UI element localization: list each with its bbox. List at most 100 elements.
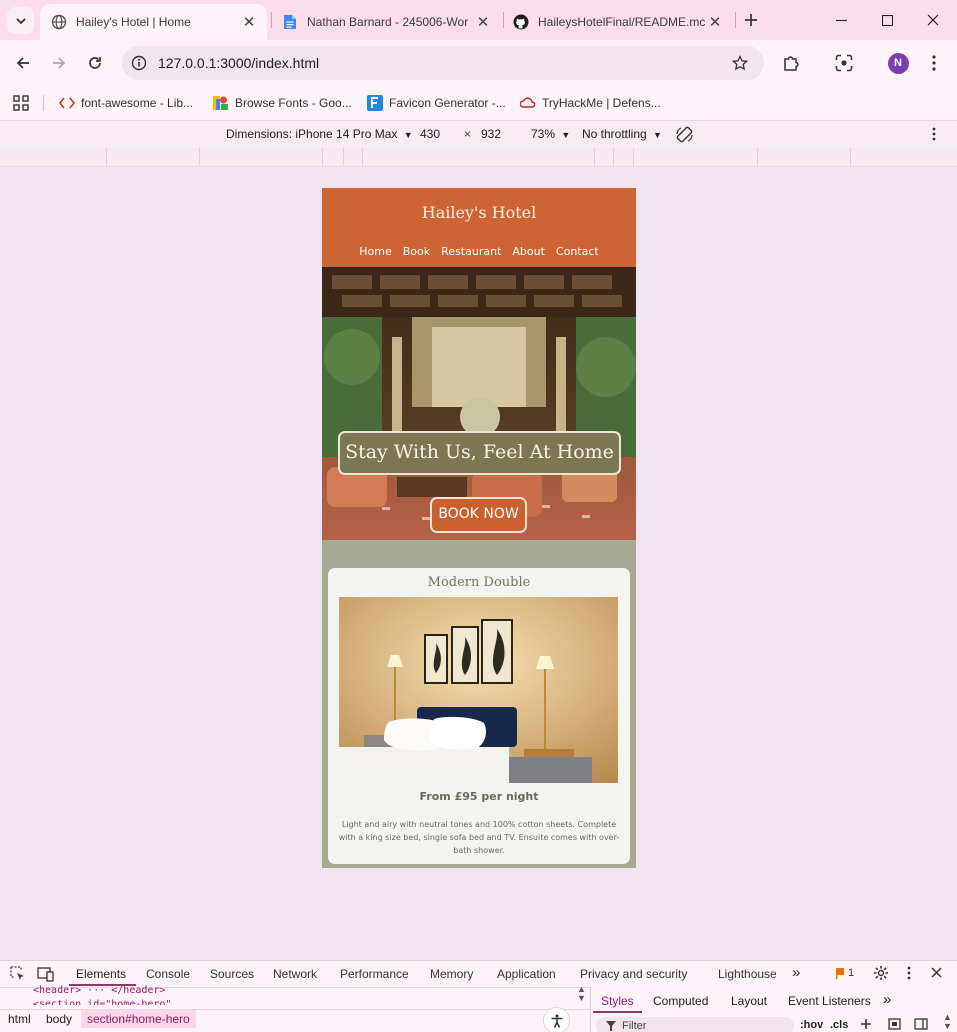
forward-button[interactable] <box>43 47 75 79</box>
computed-styles-icon[interactable] <box>888 1018 901 1030</box>
dom-section-node[interactable]: <section id="home-hero" <box>33 999 171 1005</box>
reload-button[interactable] <box>79 47 111 79</box>
device-toolbar-more-icon[interactable] <box>932 127 936 141</box>
profile-avatar[interactable]: N <box>882 47 914 79</box>
room-image <box>339 597 618 783</box>
tab-title: Hailey's Hotel | Home <box>76 15 191 29</box>
close-icon <box>927 14 939 26</box>
arrow-right-icon <box>51 55 67 71</box>
close-tab-icon[interactable]: ✕ <box>239 12 259 32</box>
back-button[interactable] <box>7 47 39 79</box>
hover-state-toggle[interactable]: :hov <box>800 1019 823 1031</box>
github-icon <box>513 14 529 30</box>
apps-grid-icon[interactable] <box>13 95 29 111</box>
bookmark-google-fonts[interactable]: Browse Fonts - Goo... <box>213 91 352 115</box>
url-text: 127.0.0.1:3000/index.html <box>158 55 320 71</box>
bookmark-font-awesome[interactable]: font-awesome - Lib... <box>59 91 193 115</box>
ruler-tick <box>199 148 200 166</box>
devtools-panel: Elements Console Sources Network Perform… <box>0 960 957 1032</box>
book-now-button[interactable]: BOOK NOW <box>430 497 527 533</box>
profile-initial: N <box>887 52 909 74</box>
devtools-tab-privacy[interactable]: Privacy and security <box>580 967 687 981</box>
devtools-tab-sources[interactable]: Sources <box>210 967 254 981</box>
globe-icon <box>51 14 67 30</box>
nav-home-link[interactable]: Home <box>359 245 391 258</box>
dimension-times: × <box>464 127 472 141</box>
inspect-element-icon[interactable] <box>10 966 26 982</box>
styles-filter-input[interactable]: Filter <box>596 1017 794 1032</box>
lens-button[interactable] <box>828 47 860 79</box>
screenshot-search-icon <box>835 54 853 72</box>
devtools-tab-lighthouse[interactable]: Lighthouse <box>718 967 777 981</box>
ruler-tick <box>106 148 107 166</box>
panel-divider <box>590 987 591 1032</box>
tab-separator <box>271 12 272 28</box>
devtools-tab-memory[interactable]: Memory <box>430 967 473 981</box>
tab-google-doc[interactable]: Nathan Barnard - 245006-Wor ✕ <box>273 4 501 40</box>
rotate-device-icon[interactable] <box>675 125 694 144</box>
new-tab-button[interactable] <box>735 4 767 36</box>
settings-gear-icon[interactable] <box>873 965 889 981</box>
more-tabs-icon[interactable]: » <box>792 964 800 981</box>
viewport-height-input[interactable]: 932 <box>481 127 501 141</box>
breadcrumb-body[interactable]: body <box>46 1012 72 1026</box>
add-rule-icon[interactable] <box>860 1018 872 1030</box>
class-toggle[interactable]: .cls <box>830 1019 848 1031</box>
bookmark-favicon-generator[interactable]: Favicon Generator -... <box>367 91 506 115</box>
device-toggle-icon[interactable] <box>37 966 54 982</box>
devtools-more-icon[interactable] <box>907 966 911 980</box>
event-listeners-tab[interactable]: Event Listeners <box>788 994 871 1008</box>
arrow-left-icon <box>15 55 31 71</box>
close-devtools-icon[interactable] <box>931 967 942 978</box>
dom-header-node[interactable]: <header> ··· </header> <box>33 985 165 996</box>
devtools-tab-console[interactable]: Console <box>146 967 190 981</box>
nav-restaurant-link[interactable]: Restaurant <box>441 245 501 258</box>
throttling-value: No throttling <box>582 127 647 141</box>
chrome-menu-button[interactable] <box>918 47 950 79</box>
zoom-dropdown[interactable]: 73% ▼ <box>531 127 570 141</box>
site-info-icon[interactable] <box>131 55 147 71</box>
nav-contact-link[interactable]: Contact <box>556 245 599 258</box>
device-dimensions-dropdown[interactable]: Dimensions: iPhone 14 Pro Max ▼ <box>226 127 413 141</box>
tab-github-readme[interactable]: HaileysHotelFinal/README.mc ✕ <box>505 4 733 40</box>
extensions-button[interactable] <box>775 47 807 79</box>
maximize-button[interactable] <box>864 5 910 35</box>
bookmarks-bar: font-awesome - Lib... Browse Fonts - Goo… <box>0 86 957 120</box>
tab-search-button[interactable] <box>7 7 34 34</box>
zoom-value: 73% <box>531 127 556 141</box>
toggle-sidebar-icon[interactable] <box>914 1018 928 1030</box>
layout-tab[interactable]: Layout <box>731 994 767 1008</box>
nav-about-link[interactable]: About <box>512 245 545 258</box>
ruler-tick <box>594 148 595 166</box>
tab-hotel-home[interactable]: Hailey's Hotel | Home ✕ <box>40 4 267 40</box>
accessibility-button[interactable] <box>543 1007 570 1032</box>
styles-tab[interactable]: Styles <box>601 994 634 1008</box>
close-tab-icon[interactable]: ✕ <box>705 12 725 32</box>
breadcrumb-section[interactable]: section#home-hero <box>81 1010 196 1028</box>
side-scroll-arrows-icon[interactable]: ▲ ▼ <box>943 1013 952 1031</box>
device-dimensions-label: Dimensions: iPhone 14 Pro Max <box>226 127 398 141</box>
bookmarks-divider <box>43 95 44 111</box>
reload-icon <box>87 55 103 71</box>
breadcrumb-html[interactable]: html <box>8 1012 31 1026</box>
minimize-button[interactable] <box>818 5 864 35</box>
issues-badge[interactable]: 1 <box>835 967 854 979</box>
more-side-tabs-icon[interactable]: » <box>883 991 891 1008</box>
media-query-ruler[interactable] <box>0 148 957 167</box>
computed-tab[interactable]: Computed <box>653 994 708 1008</box>
throttling-dropdown[interactable]: No throttling ▼ <box>582 127 662 141</box>
devtools-tab-application[interactable]: Application <box>497 967 556 981</box>
nav-book-link[interactable]: Book <box>403 245 430 258</box>
close-tab-icon[interactable]: ✕ <box>473 12 493 32</box>
devtools-tab-performance[interactable]: Performance <box>340 967 409 981</box>
address-bar[interactable]: 127.0.0.1:3000/index.html <box>122 46 764 80</box>
viewport-width-input[interactable]: 430 <box>420 127 440 141</box>
devtools-tab-network[interactable]: Network <box>273 967 317 981</box>
bookmark-tryhackme[interactable]: TryHackMe | Defens... <box>520 91 661 115</box>
site-title[interactable]: Hailey's Hotel <box>322 203 636 222</box>
bookmark-label: Favicon Generator -... <box>389 96 506 110</box>
close-window-button[interactable] <box>910 5 956 35</box>
scroll-arrows-icon[interactable]: ▲ ▼ <box>577 985 586 1003</box>
devtools-tab-elements[interactable]: Elements <box>76 967 126 981</box>
bookmark-star-icon[interactable] <box>732 55 748 71</box>
